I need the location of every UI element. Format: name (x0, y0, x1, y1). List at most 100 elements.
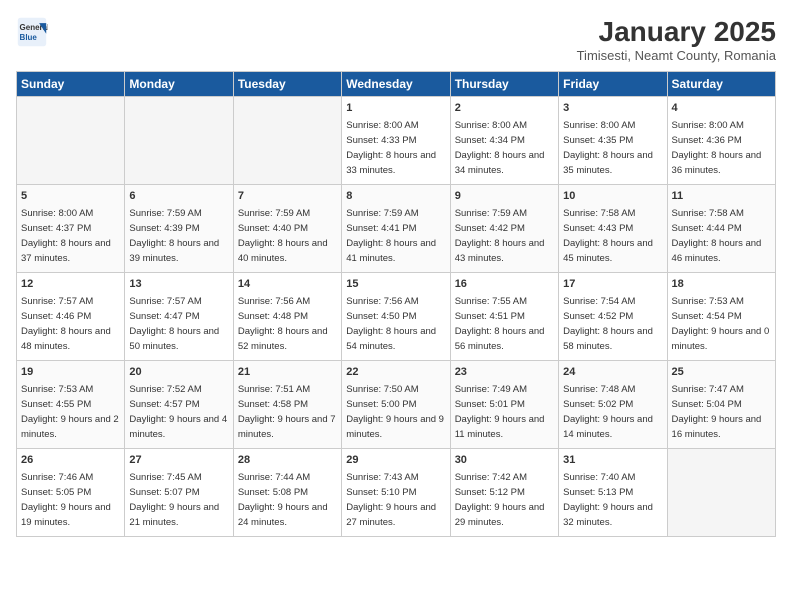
day-info: Sunrise: 7:59 AMSunset: 4:41 PMDaylight:… (346, 208, 436, 263)
calendar-cell: 4 Sunrise: 8:00 AMSunset: 4:36 PMDayligh… (667, 97, 775, 185)
day-info: Sunrise: 7:45 AMSunset: 5:07 PMDaylight:… (129, 472, 219, 527)
day-info: Sunrise: 7:56 AMSunset: 4:50 PMDaylight:… (346, 296, 436, 351)
day-info: Sunrise: 7:59 AMSunset: 4:39 PMDaylight:… (129, 208, 219, 263)
day-info: Sunrise: 7:43 AMSunset: 5:10 PMDaylight:… (346, 472, 436, 527)
day-info: Sunrise: 7:51 AMSunset: 4:58 PMDaylight:… (238, 384, 336, 439)
day-number: 5 (21, 189, 120, 204)
day-info: Sunrise: 8:00 AMSunset: 4:36 PMDaylight:… (672, 120, 762, 175)
day-info: Sunrise: 7:46 AMSunset: 5:05 PMDaylight:… (21, 472, 111, 527)
day-number: 16 (455, 277, 554, 292)
day-number: 24 (563, 365, 662, 380)
calendar-cell: 1 Sunrise: 8:00 AMSunset: 4:33 PMDayligh… (342, 97, 450, 185)
calendar-cell: 7 Sunrise: 7:59 AMSunset: 4:40 PMDayligh… (233, 185, 341, 273)
week-row-1: 1 Sunrise: 8:00 AMSunset: 4:33 PMDayligh… (17, 97, 776, 185)
day-info: Sunrise: 7:57 AMSunset: 4:47 PMDaylight:… (129, 296, 219, 351)
day-info: Sunrise: 7:56 AMSunset: 4:48 PMDaylight:… (238, 296, 328, 351)
calendar-table: SundayMondayTuesdayWednesdayThursdayFrid… (16, 71, 776, 537)
day-number: 9 (455, 189, 554, 204)
calendar-cell: 27 Sunrise: 7:45 AMSunset: 5:07 PMDaylig… (125, 449, 233, 537)
calendar-cell: 13 Sunrise: 7:57 AMSunset: 4:47 PMDaylig… (125, 273, 233, 361)
day-info: Sunrise: 7:48 AMSunset: 5:02 PMDaylight:… (563, 384, 653, 439)
calendar-cell: 3 Sunrise: 8:00 AMSunset: 4:35 PMDayligh… (559, 97, 667, 185)
day-number: 13 (129, 277, 228, 292)
calendar-cell: 9 Sunrise: 7:59 AMSunset: 4:42 PMDayligh… (450, 185, 558, 273)
day-info: Sunrise: 7:50 AMSunset: 5:00 PMDaylight:… (346, 384, 444, 439)
day-info: Sunrise: 7:54 AMSunset: 4:52 PMDaylight:… (563, 296, 653, 351)
day-number: 6 (129, 189, 228, 204)
day-number: 8 (346, 189, 445, 204)
weekday-header-sunday: Sunday (17, 72, 125, 97)
calendar-cell: 22 Sunrise: 7:50 AMSunset: 5:00 PMDaylig… (342, 361, 450, 449)
calendar-cell: 5 Sunrise: 8:00 AMSunset: 4:37 PMDayligh… (17, 185, 125, 273)
weekday-header-saturday: Saturday (667, 72, 775, 97)
calendar-cell (667, 449, 775, 537)
day-number: 17 (563, 277, 662, 292)
day-number: 25 (672, 365, 771, 380)
calendar-cell: 26 Sunrise: 7:46 AMSunset: 5:05 PMDaylig… (17, 449, 125, 537)
calendar-cell: 29 Sunrise: 7:43 AMSunset: 5:10 PMDaylig… (342, 449, 450, 537)
day-info: Sunrise: 8:00 AMSunset: 4:34 PMDaylight:… (455, 120, 545, 175)
day-number: 11 (672, 189, 771, 204)
day-number: 3 (563, 101, 662, 116)
day-number: 15 (346, 277, 445, 292)
day-info: Sunrise: 7:44 AMSunset: 5:08 PMDaylight:… (238, 472, 328, 527)
calendar-cell (17, 97, 125, 185)
day-info: Sunrise: 7:58 AMSunset: 4:44 PMDaylight:… (672, 208, 762, 263)
day-info: Sunrise: 7:58 AMSunset: 4:43 PMDaylight:… (563, 208, 653, 263)
day-number: 28 (238, 453, 337, 468)
day-number: 27 (129, 453, 228, 468)
weekday-header-tuesday: Tuesday (233, 72, 341, 97)
day-number: 2 (455, 101, 554, 116)
week-row-4: 19 Sunrise: 7:53 AMSunset: 4:55 PMDaylig… (17, 361, 776, 449)
week-row-2: 5 Sunrise: 8:00 AMSunset: 4:37 PMDayligh… (17, 185, 776, 273)
day-number: 14 (238, 277, 337, 292)
weekday-header-friday: Friday (559, 72, 667, 97)
week-row-5: 26 Sunrise: 7:46 AMSunset: 5:05 PMDaylig… (17, 449, 776, 537)
day-number: 7 (238, 189, 337, 204)
calendar-cell: 28 Sunrise: 7:44 AMSunset: 5:08 PMDaylig… (233, 449, 341, 537)
day-info: Sunrise: 7:52 AMSunset: 4:57 PMDaylight:… (129, 384, 227, 439)
day-info: Sunrise: 7:53 AMSunset: 4:54 PMDaylight:… (672, 296, 770, 351)
day-number: 19 (21, 365, 120, 380)
day-number: 23 (455, 365, 554, 380)
calendar-cell: 8 Sunrise: 7:59 AMSunset: 4:41 PMDayligh… (342, 185, 450, 273)
calendar-cell: 19 Sunrise: 7:53 AMSunset: 4:55 PMDaylig… (17, 361, 125, 449)
day-info: Sunrise: 7:59 AMSunset: 4:40 PMDaylight:… (238, 208, 328, 263)
day-number: 1 (346, 101, 445, 116)
weekday-header-monday: Monday (125, 72, 233, 97)
calendar-cell: 10 Sunrise: 7:58 AMSunset: 4:43 PMDaylig… (559, 185, 667, 273)
calendar-cell (125, 97, 233, 185)
day-number: 21 (238, 365, 337, 380)
day-info: Sunrise: 7:42 AMSunset: 5:12 PMDaylight:… (455, 472, 545, 527)
calendar-cell: 6 Sunrise: 7:59 AMSunset: 4:39 PMDayligh… (125, 185, 233, 273)
calendar-cell (233, 97, 341, 185)
calendar-cell: 15 Sunrise: 7:56 AMSunset: 4:50 PMDaylig… (342, 273, 450, 361)
title-block: January 2025 Timisesti, Neamt County, Ro… (577, 16, 776, 63)
month-title: January 2025 (577, 16, 776, 48)
day-info: Sunrise: 7:49 AMSunset: 5:01 PMDaylight:… (455, 384, 545, 439)
day-number: 31 (563, 453, 662, 468)
day-info: Sunrise: 8:00 AMSunset: 4:35 PMDaylight:… (563, 120, 653, 175)
calendar-cell: 20 Sunrise: 7:52 AMSunset: 4:57 PMDaylig… (125, 361, 233, 449)
calendar-cell: 16 Sunrise: 7:55 AMSunset: 4:51 PMDaylig… (450, 273, 558, 361)
day-number: 4 (672, 101, 771, 116)
calendar-cell: 21 Sunrise: 7:51 AMSunset: 4:58 PMDaylig… (233, 361, 341, 449)
day-info: Sunrise: 7:53 AMSunset: 4:55 PMDaylight:… (21, 384, 119, 439)
weekday-header-row: SundayMondayTuesdayWednesdayThursdayFrid… (17, 72, 776, 97)
day-number: 10 (563, 189, 662, 204)
calendar-cell: 24 Sunrise: 7:48 AMSunset: 5:02 PMDaylig… (559, 361, 667, 449)
calendar-cell: 18 Sunrise: 7:53 AMSunset: 4:54 PMDaylig… (667, 273, 775, 361)
calendar-cell: 17 Sunrise: 7:54 AMSunset: 4:52 PMDaylig… (559, 273, 667, 361)
day-info: Sunrise: 8:00 AMSunset: 4:33 PMDaylight:… (346, 120, 436, 175)
calendar-cell: 25 Sunrise: 7:47 AMSunset: 5:04 PMDaylig… (667, 361, 775, 449)
calendar-cell: 12 Sunrise: 7:57 AMSunset: 4:46 PMDaylig… (17, 273, 125, 361)
week-row-3: 12 Sunrise: 7:57 AMSunset: 4:46 PMDaylig… (17, 273, 776, 361)
calendar-cell: 30 Sunrise: 7:42 AMSunset: 5:12 PMDaylig… (450, 449, 558, 537)
location-subtitle: Timisesti, Neamt County, Romania (577, 48, 776, 63)
day-info: Sunrise: 7:57 AMSunset: 4:46 PMDaylight:… (21, 296, 111, 351)
day-number: 29 (346, 453, 445, 468)
calendar-cell: 14 Sunrise: 7:56 AMSunset: 4:48 PMDaylig… (233, 273, 341, 361)
weekday-header-wednesday: Wednesday (342, 72, 450, 97)
day-number: 30 (455, 453, 554, 468)
day-info: Sunrise: 7:47 AMSunset: 5:04 PMDaylight:… (672, 384, 762, 439)
